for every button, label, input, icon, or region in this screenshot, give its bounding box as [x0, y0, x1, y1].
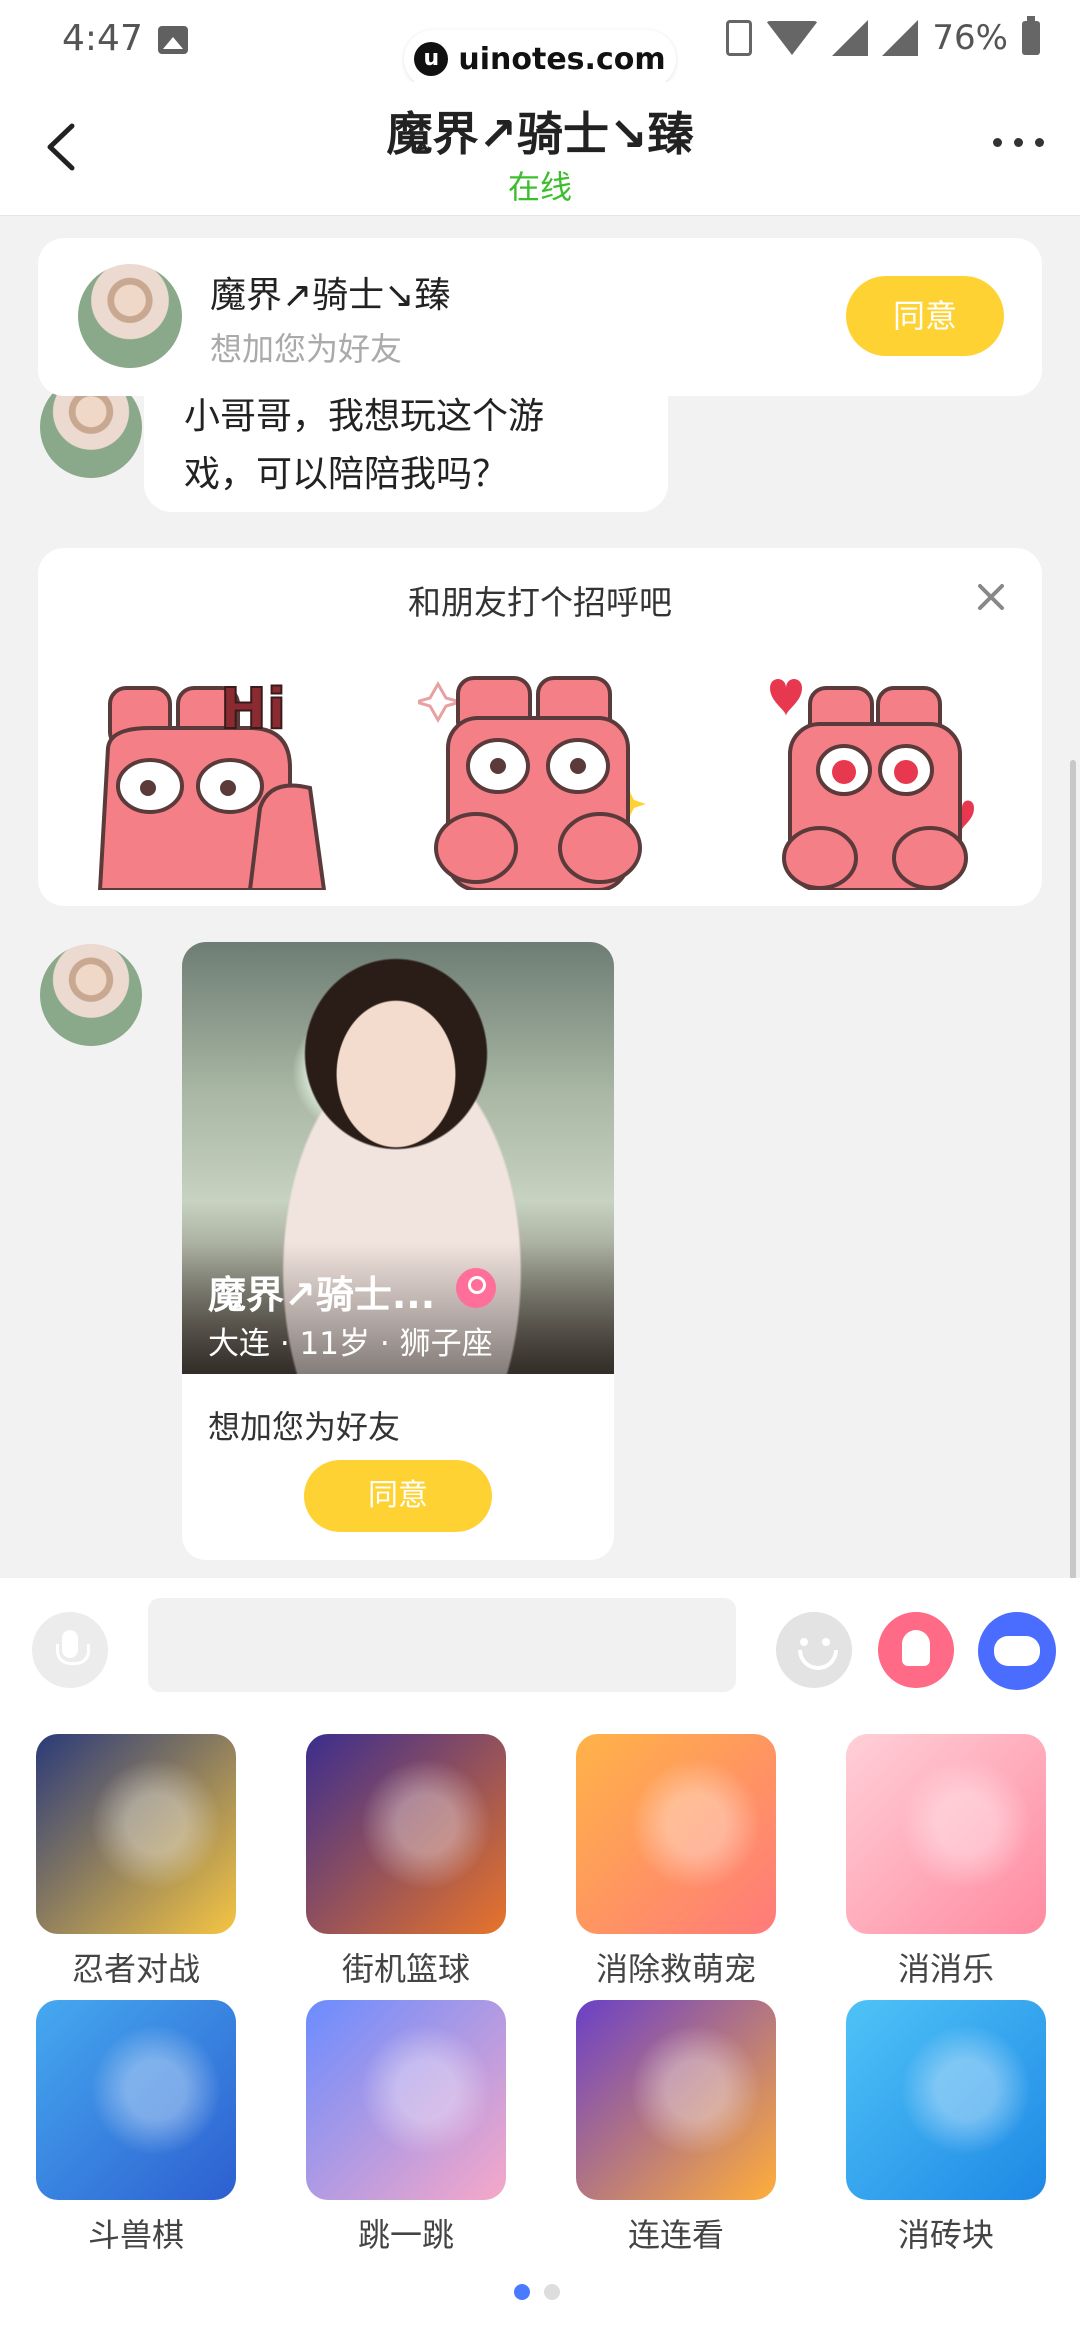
game-label: 连连看 — [627, 2216, 724, 2254]
sender-avatar-2[interactable] — [40, 944, 142, 1046]
requester-name: 魔界↗骑士↘臻 — [210, 275, 451, 316]
battery-percent: 76% — [932, 18, 1008, 58]
gallery-icon — [158, 26, 188, 54]
vibrate-icon — [726, 20, 753, 56]
game-label: 街机篮球 — [341, 1950, 470, 1988]
status-bar: 4:47 u uinotes.com 76% — [0, 0, 1080, 88]
page-indicator — [514, 2284, 560, 2300]
greeting-title: 和朋友打个招呼吧 — [408, 583, 672, 622]
chat-scrollbar[interactable] — [1070, 760, 1076, 1580]
game-thumbnail[interactable] — [306, 1734, 506, 1934]
profile-meta: 大连 · 11岁 · 狮子座 — [208, 1326, 493, 1362]
requester-avatar[interactable] — [78, 264, 182, 368]
status-icons: 76% — [726, 16, 1040, 58]
watermark-badge: u uinotes.com — [404, 30, 676, 88]
input-bar — [0, 1578, 1080, 1714]
game-item[interactable]: 街机篮球 — [306, 1734, 506, 1988]
contact-name: 魔界↗骑士↘臻 — [386, 107, 694, 161]
game-label: 消消乐 — [897, 1950, 994, 1988]
profile-accept-button[interactable]: 同意 — [304, 1460, 492, 1532]
game-item[interactable]: 消砖块 — [846, 2000, 1046, 2254]
heart-sticker[interactable] — [750, 658, 990, 890]
chat-header: 魔界↗骑士↘臻 在线 — [0, 82, 1080, 216]
message-line-1: 小哥哥，我想玩这个游 — [184, 396, 545, 437]
game-item[interactable]: 忍者对战 — [36, 1734, 236, 1988]
gift-icon[interactable] — [878, 1612, 954, 1688]
signal-icon-2 — [882, 20, 919, 56]
wifi-icon — [766, 21, 819, 55]
hi-sticker[interactable]: Hi — [90, 658, 330, 890]
game-thumbnail[interactable] — [576, 2000, 776, 2200]
game-item[interactable]: 跳一跳 — [306, 2000, 506, 2254]
thumbs-sticker[interactable] — [418, 658, 658, 890]
game-controller-icon[interactable] — [978, 1612, 1056, 1690]
microphone-icon[interactable] — [32, 1612, 108, 1688]
emoji-icon[interactable] — [776, 1612, 852, 1688]
game-item[interactable]: 消除救萌宠 — [576, 1734, 776, 1988]
signal-icon — [832, 20, 869, 56]
message-input[interactable] — [148, 1598, 736, 1692]
message-bubble[interactable]: 小哥哥，我想玩这个游 戏，可以陪陪我吗？ — [144, 378, 668, 512]
game-item[interactable]: 斗兽棋 — [36, 2000, 236, 2254]
status-time: 4:47 — [62, 18, 143, 59]
profile-subtitle: 想加您为好友 — [208, 1408, 401, 1446]
game-label: 斗兽棋 — [87, 2216, 184, 2254]
game-thumbnail[interactable] — [36, 1734, 236, 1934]
greeting-card: 和朋友打个招呼吧 Hi — [38, 548, 1042, 906]
game-thumbnail[interactable] — [36, 2000, 236, 2200]
game-label: 忍者对战 — [71, 1950, 200, 1988]
game-thumbnail[interactable] — [846, 1734, 1046, 1934]
request-subtitle: 想加您为好友 — [210, 330, 403, 368]
game-label: 消砖块 — [897, 2216, 994, 2254]
profile-card[interactable]: 魔界↗骑士... 大连 · 11岁 · 狮子座 想加您为好友 同意 — [182, 942, 614, 1560]
battery-icon — [1022, 16, 1040, 55]
game-thumbnail[interactable] — [576, 1734, 776, 1934]
close-icon[interactable] — [976, 582, 1006, 612]
svg-text:Hi: Hi — [220, 677, 286, 742]
profile-name: 魔界↗骑士... — [208, 1273, 436, 1317]
game-thumbnail[interactable] — [846, 2000, 1046, 2200]
game-item[interactable]: 连连看 — [576, 2000, 776, 2254]
friend-request-banner: 魔界↗骑士↘臻 想加您为好友 同意 — [38, 238, 1042, 396]
message-line-2: 戏，可以陪陪我吗？ — [184, 454, 509, 495]
watermark-logo-icon: u — [414, 42, 449, 76]
page-dot-2[interactable] — [544, 2284, 560, 2300]
online-status: 在线 — [507, 168, 572, 206]
watermark-text: uinotes.com — [458, 41, 666, 77]
game-item[interactable]: 消消乐 — [846, 1734, 1046, 1988]
game-thumbnail[interactable] — [306, 2000, 506, 2200]
more-options-icon[interactable] — [993, 138, 1044, 147]
game-label: 消除救萌宠 — [595, 1950, 756, 1988]
game-label: 跳一跳 — [357, 2216, 454, 2254]
accept-button[interactable]: 同意 — [846, 276, 1004, 356]
page-dot-1[interactable] — [514, 2284, 530, 2300]
female-gender-icon — [456, 1268, 496, 1308]
